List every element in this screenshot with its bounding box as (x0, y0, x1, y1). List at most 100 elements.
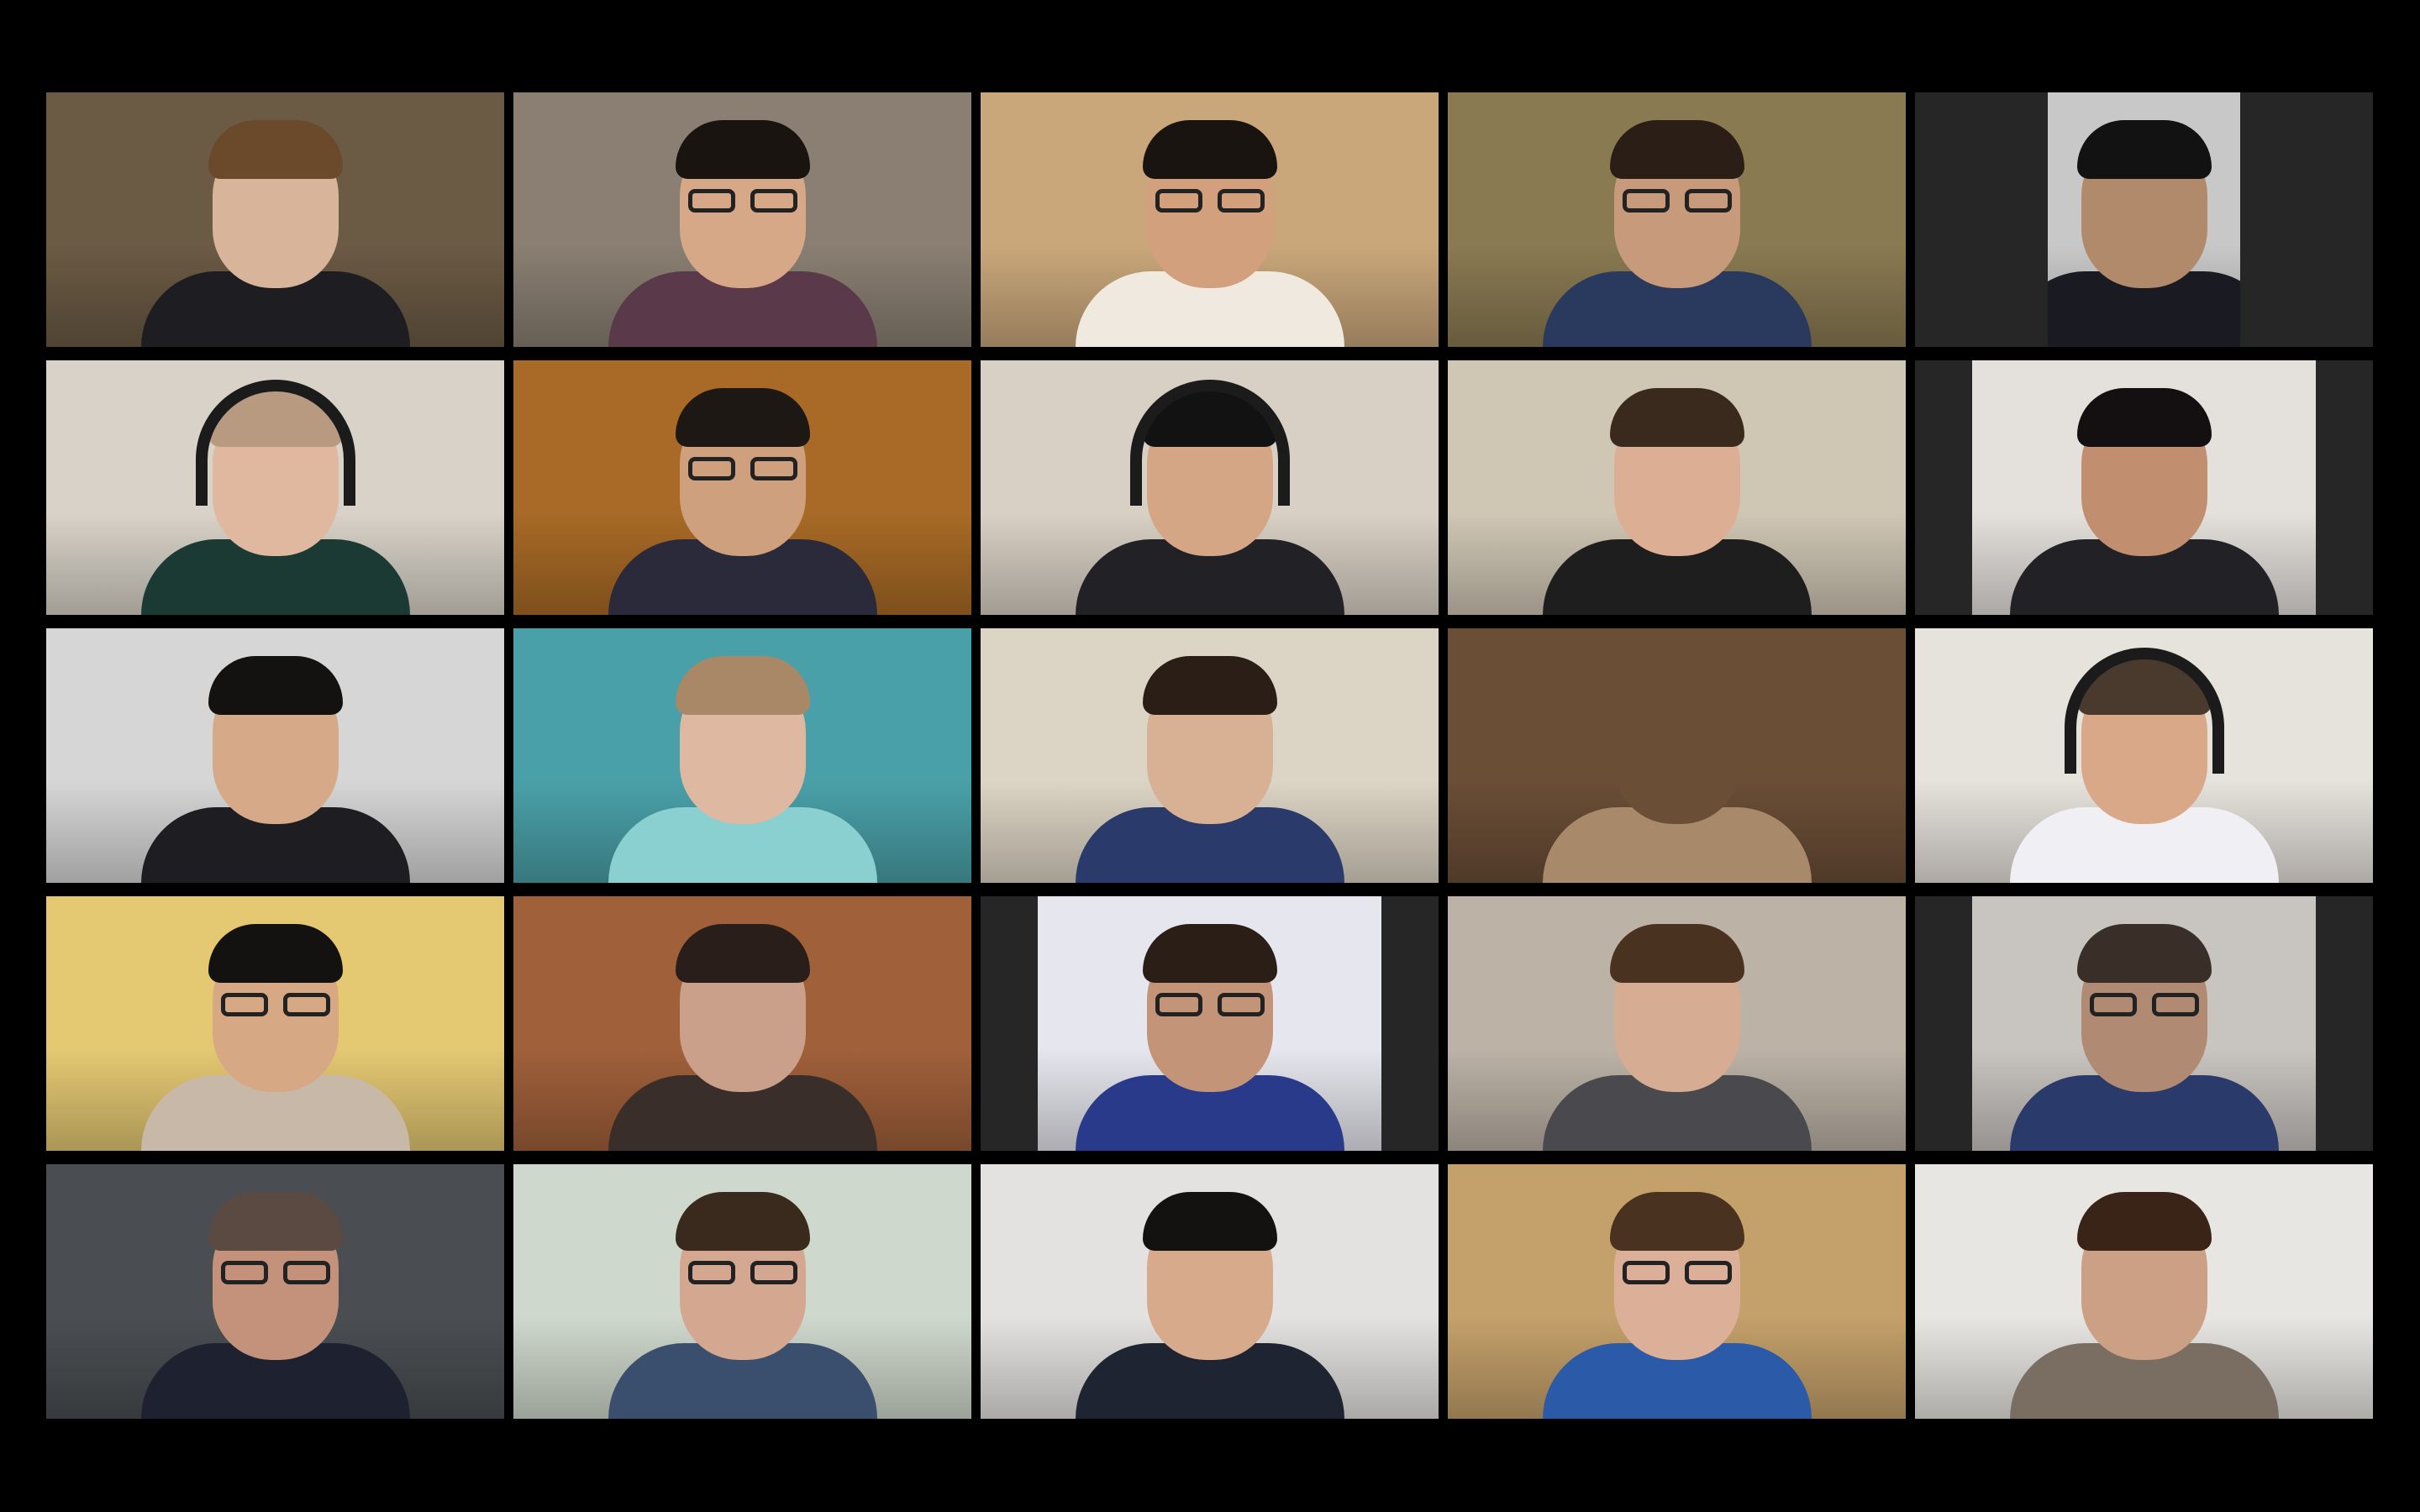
video-feed (1448, 1164, 1906, 1419)
hair (2076, 120, 2212, 179)
participant-silhouette (600, 916, 886, 1151)
participant-silhouette (1534, 380, 1820, 615)
participant-silhouette (600, 112, 886, 347)
participant-video-tile[interactable] (513, 1164, 971, 1419)
hair (208, 924, 343, 983)
video-feed (2048, 92, 2240, 347)
glasses (2089, 993, 2199, 1018)
video-feed (46, 92, 504, 347)
hair (675, 388, 810, 447)
participant-video-tile[interactable] (1448, 360, 1906, 615)
participant-video-tile[interactable] (46, 896, 504, 1151)
hair (1142, 924, 1277, 983)
participant-silhouette (1534, 648, 1820, 883)
participant-video-tile[interactable] (981, 360, 1439, 615)
video-feed (1915, 628, 2373, 883)
participant-silhouette (1534, 1184, 1820, 1419)
participant-video-tile[interactable] (1915, 896, 2373, 1151)
glasses (220, 993, 330, 1018)
participant-silhouette (1067, 648, 1353, 883)
participant-silhouette (133, 916, 418, 1151)
participant-silhouette (1067, 112, 1353, 347)
participant-video-tile[interactable] (513, 628, 971, 883)
participant-video-tile[interactable] (46, 360, 504, 615)
participant-silhouette (600, 380, 886, 615)
hair (675, 924, 810, 983)
participant-silhouette (2002, 380, 2287, 615)
video-feed (981, 1164, 1439, 1419)
hair (675, 120, 810, 179)
hair (1609, 1192, 1744, 1251)
participant-video-tile[interactable] (1915, 360, 2373, 615)
participant-video-tile[interactable] (513, 896, 971, 1151)
participant-video-tile[interactable] (513, 360, 971, 615)
participant-silhouette (2002, 916, 2287, 1151)
video-feed (513, 896, 971, 1151)
video-feed (981, 360, 1439, 615)
hair (1142, 1192, 1277, 1251)
participant-silhouette (133, 380, 418, 615)
video-feed (513, 92, 971, 347)
participant-silhouette (2048, 112, 2240, 347)
participant-silhouette (600, 1184, 886, 1419)
video-feed (1448, 92, 1906, 347)
hair (208, 656, 343, 715)
video-feed (513, 628, 971, 883)
participant-video-tile[interactable] (1448, 92, 1906, 347)
participant-silhouette (133, 112, 418, 347)
headset (195, 380, 355, 506)
video-feed (46, 896, 504, 1151)
hair (2076, 1192, 2212, 1251)
participant-video-tile[interactable] (1448, 1164, 1906, 1419)
glasses (1622, 1261, 1732, 1286)
participant-video-tile[interactable] (1448, 896, 1906, 1151)
participant-video-tile[interactable] (46, 1164, 504, 1419)
participant-video-tile[interactable] (1448, 628, 1906, 883)
glasses (1155, 189, 1265, 214)
headset (1129, 380, 1290, 506)
hair (675, 656, 810, 715)
glasses (220, 1261, 330, 1286)
participant-video-tile[interactable] (46, 628, 504, 883)
participant-silhouette (133, 648, 418, 883)
participant-video-tile[interactable] (1915, 92, 2373, 347)
participant-silhouette (1067, 380, 1353, 615)
participant-video-tile[interactable] (981, 896, 1439, 1151)
hair (675, 1192, 810, 1251)
video-feed (1038, 896, 1381, 1151)
participant-video-tile[interactable] (981, 1164, 1439, 1419)
participant-silhouette (133, 1184, 418, 1419)
participant-video-tile[interactable] (1915, 1164, 2373, 1419)
participant-video-tile[interactable] (46, 92, 504, 347)
participant-silhouette (2002, 1184, 2287, 1419)
video-feed (513, 1164, 971, 1419)
video-feed (981, 628, 1439, 883)
hair (208, 120, 343, 179)
participant-video-tile[interactable] (981, 92, 1439, 347)
participant-video-tile[interactable] (981, 628, 1439, 883)
headset (2064, 648, 2224, 774)
video-feed (1972, 360, 2316, 615)
hair (208, 1192, 343, 1251)
video-feed (1448, 896, 1906, 1151)
participant-silhouette (1067, 916, 1353, 1151)
participant-silhouette (1534, 112, 1820, 347)
video-feed (981, 92, 1439, 347)
gallery-view-grid (46, 92, 2374, 1420)
glasses (687, 189, 797, 214)
glasses (687, 457, 797, 482)
participant-silhouette (600, 648, 886, 883)
video-feed (513, 360, 971, 615)
glasses (1155, 993, 1265, 1018)
glasses (1622, 189, 1732, 214)
video-feed (46, 360, 504, 615)
hair (1142, 656, 1277, 715)
hair (1609, 120, 1744, 179)
hair (2076, 924, 2212, 983)
participant-silhouette (1534, 916, 1820, 1151)
video-feed (1448, 360, 1906, 615)
participant-video-tile[interactable] (513, 92, 971, 347)
video-feed (46, 628, 504, 883)
participant-silhouette (1067, 1184, 1353, 1419)
participant-video-tile[interactable] (1915, 628, 2373, 883)
